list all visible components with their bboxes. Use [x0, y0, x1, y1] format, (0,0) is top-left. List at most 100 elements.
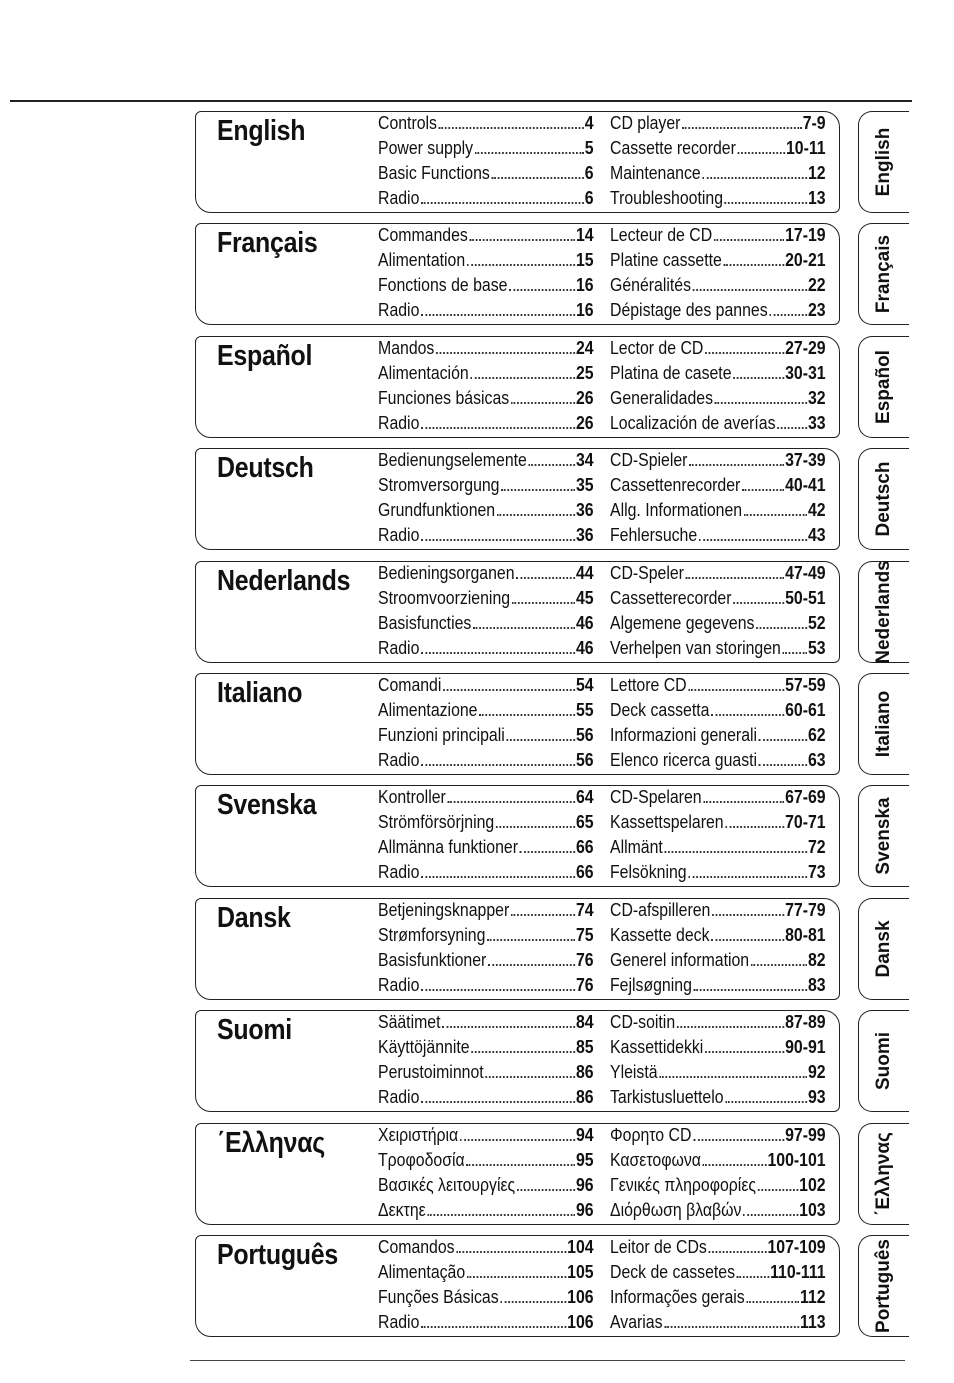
language-tab[interactable]: Nederlands — [858, 560, 909, 663]
toc-entry[interactable]: Cassette recorder 10-11 — [610, 138, 826, 163]
toc-entry[interactable]: Radio 106 — [378, 1312, 594, 1337]
toc-entry[interactable]: CD-afspilleren 77-79 — [610, 900, 826, 925]
toc-entry[interactable]: Funciones básicas 26 — [378, 388, 594, 413]
toc-entry[interactable]: Alimentation 15 — [378, 250, 594, 275]
toc-entry[interactable]: Radio 36 — [378, 525, 594, 550]
language-tab[interactable]: Dansk — [858, 897, 909, 1000]
toc-entry[interactable]: Platine cassette 20-21 — [610, 250, 826, 275]
toc-entry[interactable]: Commandes 14 — [378, 225, 594, 250]
toc-entry[interactable]: Controls 4 — [378, 113, 594, 138]
language-tab[interactable]: Español — [858, 335, 909, 438]
toc-entry[interactable]: Allg. Informationen 42 — [610, 500, 826, 525]
toc-entry[interactable]: Deck de cassetes 110-111 — [610, 1262, 826, 1287]
toc-entry[interactable]: Localización de averías 33 — [610, 413, 826, 438]
toc-entry[interactable]: Elenco ricerca guasti 63 — [610, 750, 826, 775]
toc-entry[interactable]: Säätimet 84 — [378, 1012, 594, 1037]
toc-entry[interactable]: Tarkistusluettelo 93 — [610, 1087, 826, 1112]
language-tab[interactable]: ΄Ελληνας — [858, 1122, 909, 1225]
toc-entry[interactable]: Basisfunktioner 76 — [378, 950, 594, 975]
toc-entry[interactable]: Lector de CD 27-29 — [610, 338, 826, 363]
toc-entry[interactable]: Γενικές πληροφορίες 102 — [610, 1175, 826, 1200]
toc-entry[interactable]: Generalidades 32 — [610, 388, 826, 413]
entry-label: Lettore CD — [610, 675, 687, 695]
toc-entry[interactable]: Radio 16 — [378, 300, 594, 325]
language-tab[interactable]: English — [858, 111, 909, 213]
language-tab[interactable]: Suomi — [858, 1010, 909, 1113]
toc-entry[interactable]: Bedienungselemente 34 — [378, 450, 594, 475]
toc-entry[interactable]: Bedieningsorganen 44 — [378, 563, 594, 588]
toc-entry[interactable]: Algemene gegevens 52 — [610, 613, 826, 638]
toc-entry[interactable]: CD-Speler 47-49 — [610, 563, 826, 588]
toc-entry[interactable]: Kassette deck 80-81 — [610, 925, 826, 950]
toc-entry[interactable]: Maintenance 12 — [610, 163, 826, 188]
toc-entry[interactable]: CD-Spelaren 67-69 — [610, 787, 826, 812]
toc-entry[interactable]: Basisfuncties 46 — [378, 613, 594, 638]
toc-entry[interactable]: Διόρθωση βλαβών 103 — [610, 1200, 826, 1225]
toc-entry[interactable]: Yleistä 92 — [610, 1062, 826, 1087]
toc-entry[interactable]: Perustoiminnot 86 — [378, 1062, 594, 1087]
language-tab[interactable]: Svenska — [858, 785, 909, 888]
toc-entry[interactable]: Cassetterecorder 50-51 — [610, 588, 826, 613]
toc-entry[interactable]: Φορητο CD 97-99 — [610, 1125, 826, 1150]
toc-entry[interactable]: Strømforsyning 75 — [378, 925, 594, 950]
toc-entry[interactable]: Lecteur de CD 17-19 — [610, 225, 826, 250]
toc-entry[interactable]: Strömförsörjning 65 — [378, 812, 594, 837]
language-tab[interactable]: Français — [858, 223, 909, 326]
toc-entry[interactable]: Avarias 113 — [610, 1312, 826, 1337]
toc-entry[interactable]: Informações gerais 112 — [610, 1287, 826, 1312]
toc-entry[interactable]: Fonctions de base 16 — [378, 275, 594, 300]
toc-entry[interactable]: Leitor de CDs 107-109 — [610, 1237, 826, 1262]
toc-entry[interactable]: Platina de casete 30-31 — [610, 363, 826, 388]
language-tab[interactable]: Português — [858, 1235, 909, 1337]
toc-entry[interactable]: Käyttöjännite 85 — [378, 1037, 594, 1062]
language-tab[interactable]: Deutsch — [858, 448, 909, 551]
toc-entry[interactable]: Κασετοφωνα 100-101 — [610, 1150, 826, 1175]
toc-entry[interactable]: Radio 76 — [378, 975, 594, 1000]
toc-entry[interactable]: CD-soitin 87-89 — [610, 1012, 826, 1037]
toc-entry[interactable]: Verhelpen van storingen 53 — [610, 638, 826, 663]
toc-entry[interactable]: Lettore CD 57-59 — [610, 675, 826, 700]
toc-entry[interactable]: Allmänna funktioner 66 — [378, 837, 594, 862]
toc-entry[interactable]: Radio 56 — [378, 750, 594, 775]
toc-entry[interactable]: Δεκτηε 96 — [378, 1200, 594, 1225]
toc-entry[interactable]: Radio 86 — [378, 1087, 594, 1112]
toc-entry[interactable]: Cassettenrecorder 40-41 — [610, 475, 826, 500]
toc-entry[interactable]: Radio 6 — [378, 188, 594, 213]
toc-entry[interactable]: Alimentação 105 — [378, 1262, 594, 1287]
toc-entry[interactable]: Βασικές λειτουργίες 96 — [378, 1175, 594, 1200]
toc-entry[interactable]: Stromversorgung 35 — [378, 475, 594, 500]
toc-entry[interactable]: Τροφοδοσία 95 — [378, 1150, 594, 1175]
toc-entry[interactable]: Dépistage des pannes 23 — [610, 300, 826, 325]
toc-entry[interactable]: Generel information 82 — [610, 950, 826, 975]
language-tab[interactable]: Italiano — [858, 673, 909, 775]
toc-entry[interactable]: Grundfunktionen 36 — [378, 500, 594, 525]
toc-entry[interactable]: Radio 66 — [378, 862, 594, 887]
toc-entry[interactable]: Allmänt 72 — [610, 837, 826, 862]
toc-entry[interactable]: Kassettidekki 90-91 — [610, 1037, 826, 1062]
toc-entry[interactable]: Χειριστήρια 94 — [378, 1125, 594, 1150]
toc-entry[interactable]: Alimentazione 55 — [378, 700, 594, 725]
toc-entry[interactable]: Radio 46 — [378, 638, 594, 663]
toc-entry[interactable]: Troubleshooting 13 — [610, 188, 826, 213]
toc-entry[interactable]: Basic Functions 6 — [378, 163, 594, 188]
toc-entry[interactable]: Généralités 22 — [610, 275, 826, 300]
toc-entry[interactable]: Comandi 54 — [378, 675, 594, 700]
toc-entry[interactable]: Funzioni principali 56 — [378, 725, 594, 750]
toc-entry[interactable]: Deck cassetta 60-61 — [610, 700, 826, 725]
toc-entry[interactable]: Informazioni generali 62 — [610, 725, 826, 750]
toc-entry[interactable]: Fejlsøgning 83 — [610, 975, 826, 1000]
toc-entry[interactable]: Kontroller 64 — [378, 787, 594, 812]
toc-entry[interactable]: Comandos 104 — [378, 1237, 594, 1262]
toc-entry[interactable]: Fehlersuche 43 — [610, 525, 826, 550]
toc-entry[interactable]: Felsökning 73 — [610, 862, 826, 887]
toc-entry[interactable]: Betjeningsknapper 74 — [378, 900, 594, 925]
toc-entry[interactable]: Kassettspelaren 70-71 — [610, 812, 826, 837]
toc-entry[interactable]: Stroomvoorziening 45 — [378, 588, 594, 613]
toc-entry[interactable]: Radio 26 — [378, 413, 594, 438]
toc-entry[interactable]: Power supply 5 — [378, 138, 594, 163]
toc-entry[interactable]: Funções Básicas 106 — [378, 1287, 594, 1312]
toc-entry[interactable]: CD-Spieler 37-39 — [610, 450, 826, 475]
toc-entry[interactable]: Mandos 24 — [378, 338, 594, 363]
toc-entry[interactable]: CD player 7-9 — [610, 113, 826, 138]
toc-entry[interactable]: Alimentación 25 — [378, 363, 594, 388]
